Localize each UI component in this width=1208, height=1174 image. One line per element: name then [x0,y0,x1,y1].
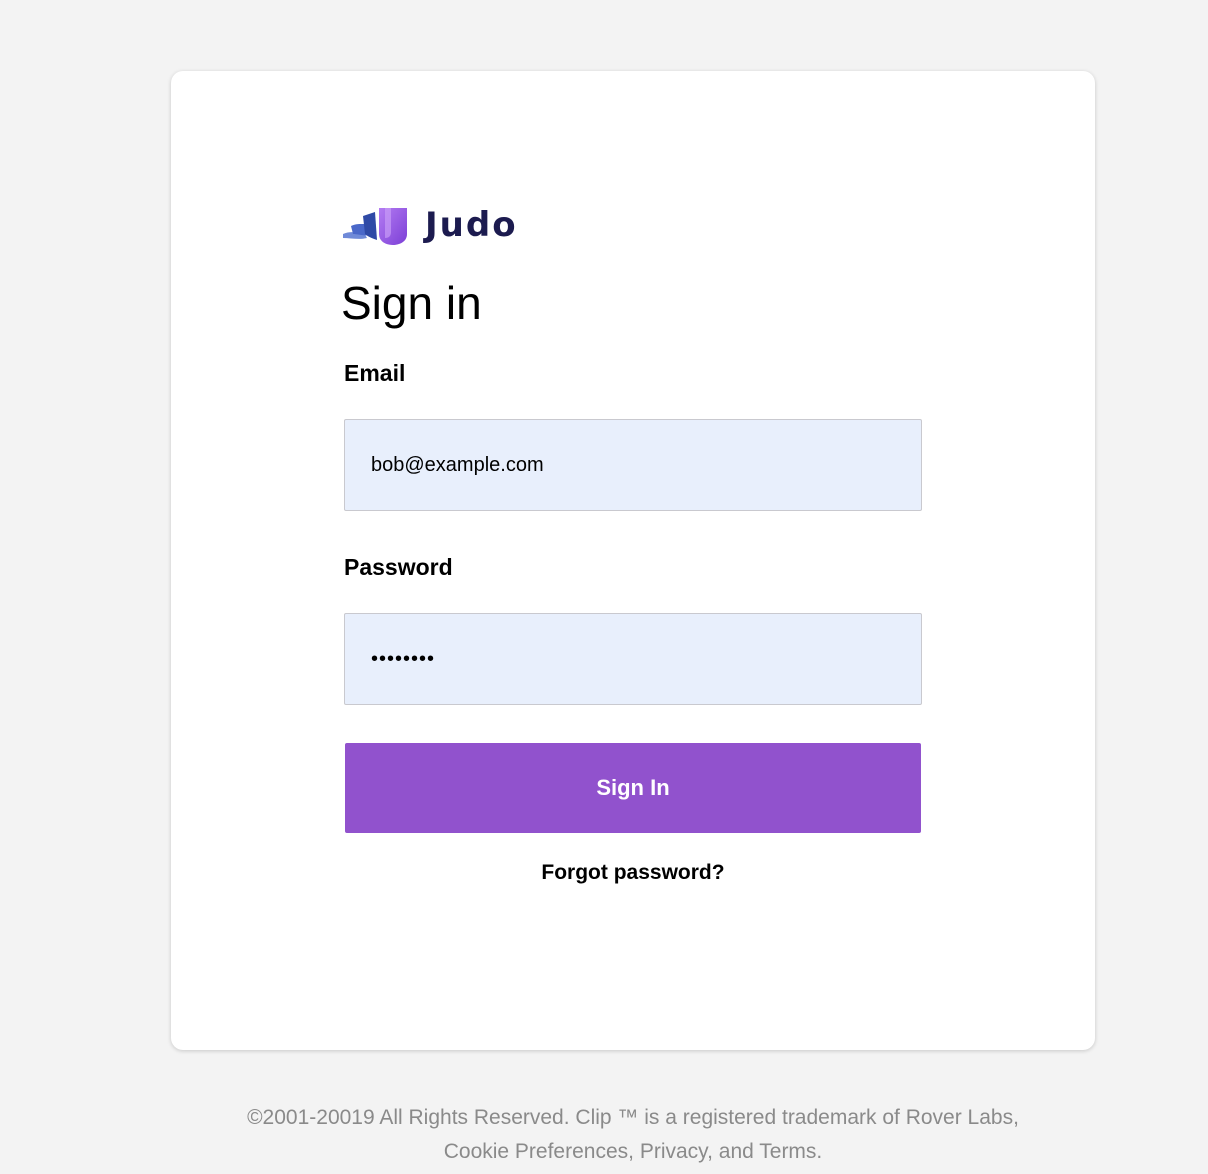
forgot-password-link[interactable]: Forgot password? [541,861,724,884]
footer-copyright: ©2001-20019 All Rights Reserved. Clip ™ … [247,1106,1019,1129]
sign-in-button[interactable]: Sign In [345,743,921,833]
password-label: Password [344,554,453,580]
footer-links: Cookie Preferences, Privacy, and Terms. [443,1140,823,1163]
brand-logo: Judo [341,204,518,246]
email-label: Email [344,360,406,386]
judo-logo-icon [343,208,407,245]
brand-name: Judo [425,205,518,245]
page-title: Sign in [341,277,482,329]
password-field[interactable] [344,613,922,705]
forgot-password-container: Forgot password? [171,858,1095,888]
footer: ©2001-20019 All Rights Reserved. Clip ™ … [0,1101,1208,1169]
login-card: Judo Sign in Email Password Sign In Forg… [171,71,1095,1050]
email-field[interactable] [344,419,922,511]
